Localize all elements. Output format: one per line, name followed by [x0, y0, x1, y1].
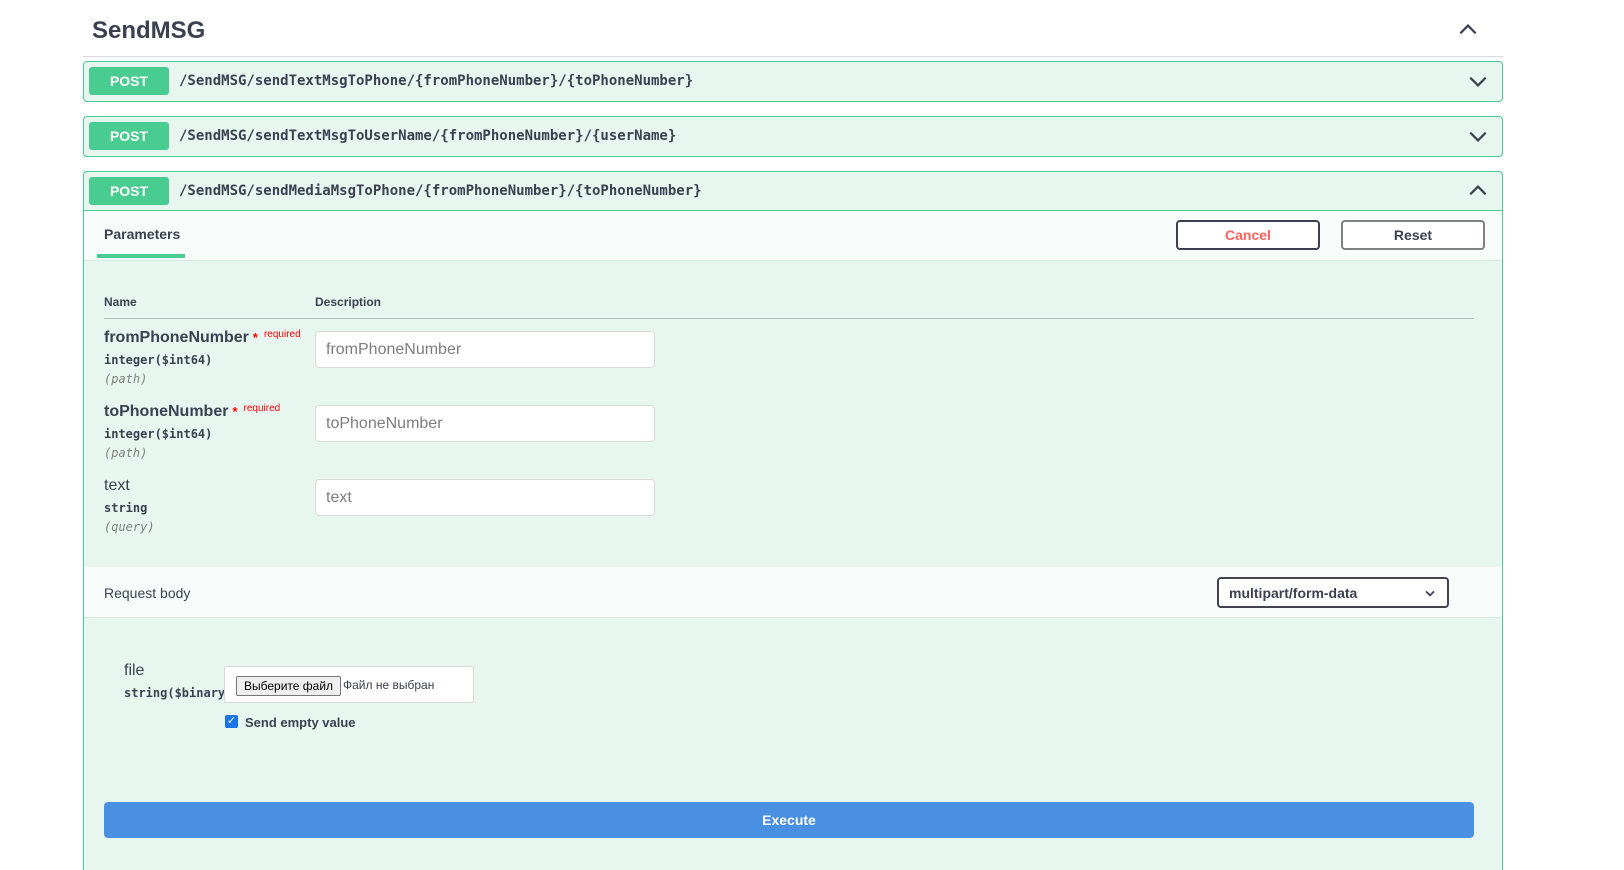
- param-name: toPhoneNumber * required: [104, 403, 280, 421]
- param-location: (path): [104, 446, 148, 460]
- reset-button[interactable]: Reset: [1341, 220, 1485, 250]
- chevron-up-icon[interactable]: [1467, 180, 1489, 202]
- opblock-send-media-to-phone: POST /SendMSG/sendMediaMsgToPhone/{fromP…: [83, 171, 1503, 870]
- tab-parameters[interactable]: Parameters: [104, 226, 180, 242]
- file-field-type: string($binary): [124, 686, 233, 700]
- required-star: *: [232, 404, 238, 419]
- param-name-label: toPhoneNumber: [104, 403, 229, 420]
- cancel-button[interactable]: Cancel: [1176, 220, 1320, 250]
- send-empty-label[interactable]: Send empty value: [245, 715, 356, 730]
- endpoint-path: /SendMSG/sendTextMsgToUserName/{fromPhon…: [179, 128, 677, 144]
- endpoint-path: /SendMSG/sendTextMsgToPhone/{fromPhoneNu…: [179, 73, 694, 89]
- param-name: fromPhoneNumber * required: [104, 329, 301, 347]
- header-divider: [104, 318, 1474, 319]
- method-badge: POST: [89, 122, 169, 150]
- send-empty-checkbox[interactable]: ✓: [225, 715, 238, 728]
- param-name-label: fromPhoneNumber: [104, 329, 249, 346]
- param-location: (path): [104, 372, 148, 386]
- from-phone-number-input[interactable]: [315, 331, 655, 368]
- opblock-send-text-to-phone: POST /SendMSG/sendTextMsgToPhone/{fromPh…: [83, 61, 1503, 102]
- request-body-title: Request body: [104, 585, 191, 601]
- param-type: integer($int64): [104, 427, 213, 441]
- param-name: text: [104, 477, 130, 495]
- opblock-send-text-to-username: POST /SendMSG/sendTextMsgToUserName/{fro…: [83, 116, 1503, 157]
- request-body-content: file string($binary) Выберите файл Файл …: [84, 618, 1502, 868]
- param-name-label: text: [104, 477, 130, 494]
- choose-file-button[interactable]: Выберите файл: [236, 676, 342, 696]
- param-type: string: [104, 501, 148, 515]
- tag-header[interactable]: SendMSG: [83, 0, 1503, 57]
- request-body-header: Request body multipart/form-data: [84, 566, 1502, 618]
- method-badge: POST: [89, 177, 169, 205]
- parameters-table: Name Description fromPhoneNumber * require…: [84, 261, 1502, 566]
- required-label: required: [243, 403, 281, 414]
- tag-title: SendMSG: [92, 17, 206, 44]
- chevron-down-icon: [1422, 585, 1438, 601]
- column-header-description: Description: [315, 295, 382, 309]
- chevron-up-icon[interactable]: [1457, 19, 1479, 41]
- text-input[interactable]: [315, 479, 655, 516]
- execute-button[interactable]: Execute: [104, 802, 1474, 838]
- content-type-select[interactable]: multipart/form-data: [1217, 577, 1449, 608]
- method-badge: POST: [89, 67, 169, 95]
- column-header-name: Name: [104, 295, 137, 309]
- chevron-down-icon[interactable]: [1467, 125, 1489, 147]
- endpoint-path: /SendMSG/sendMediaMsgToPhone/{fromPhoneN…: [179, 183, 702, 199]
- to-phone-number-input[interactable]: [315, 405, 655, 442]
- param-type: integer($int64): [104, 353, 213, 367]
- opblock-summary[interactable]: POST /SendMSG/sendTextMsgToPhone/{fromPh…: [84, 62, 1502, 101]
- file-status: Файл не выбран: [343, 678, 435, 692]
- opblock-summary[interactable]: POST /SendMSG/sendTextMsgToUserName/{fro…: [84, 117, 1502, 156]
- required-star: *: [252, 330, 258, 345]
- required-label: required: [263, 329, 301, 340]
- file-input: Выберите файл Файл не выбран: [224, 666, 474, 703]
- content-type-value: multipart/form-data: [1229, 585, 1358, 601]
- opblock-summary[interactable]: POST /SendMSG/sendMediaMsgToPhone/{fromP…: [84, 172, 1502, 211]
- param-location: (query): [104, 520, 155, 534]
- parameters-header: Parameters Cancel Reset: [84, 211, 1502, 261]
- tab-underline: [97, 254, 185, 258]
- chevron-down-icon[interactable]: [1467, 70, 1489, 92]
- file-field-name: file: [124, 662, 145, 679]
